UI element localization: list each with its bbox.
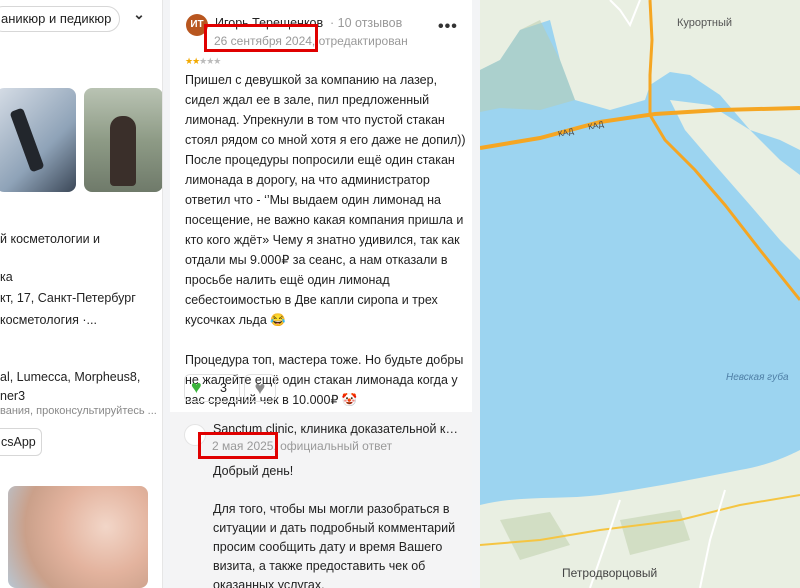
star-icon: ★★★ xyxy=(199,56,221,66)
map-view[interactable]: Курортный КАД КАД Невская губа Петродвор… xyxy=(480,0,800,588)
org-equipment-cont: ner3 xyxy=(0,389,26,403)
map-label-district: Петродворцовый xyxy=(562,566,658,580)
reply-text: Добрый день! Для того, чтобы мы могли ра… xyxy=(213,462,463,588)
highlight-box xyxy=(198,432,278,459)
review-edited: , отредактирован xyxy=(311,34,408,48)
highlight-box xyxy=(204,24,318,52)
reply-official: , официальный ответ xyxy=(273,439,393,453)
org-type: ка xyxy=(0,270,13,284)
left-panel: аникюр и педикюр ⌄ й косметологии и ка к… xyxy=(0,0,163,588)
org-equipment: al, Lumecca, Morpheus8, xyxy=(0,370,141,384)
reply-paragraph: Добрый день! xyxy=(213,464,294,478)
review-paragraph: Пришел с девушкой за компанию на лазер, … xyxy=(185,73,466,147)
review-card: ИТ Игорь Терещенков · 10 отзывов 26 сент… xyxy=(170,0,472,588)
like-button[interactable]: ♥ 3 xyxy=(184,374,240,402)
like-count: 3 xyxy=(220,381,227,395)
review-text: Пришел с девушкой за компанию на лазер, … xyxy=(185,70,467,410)
photo-thumbnail[interactable] xyxy=(0,88,76,192)
heart-icon: ♥ xyxy=(254,378,266,398)
org-category: косметология ·... xyxy=(0,313,97,327)
review-paragraph: После процедуры попросили ещё один стака… xyxy=(185,153,464,327)
map-canvas xyxy=(480,0,800,588)
reply-paragraph: Для того, чтобы мы могли разобраться в с… xyxy=(213,502,456,588)
heart-icon: ♥ xyxy=(191,377,202,397)
more-options-icon[interactable]: ••• xyxy=(438,18,458,36)
category-chip[interactable]: аникюр и педикюр xyxy=(0,6,121,32)
review-count: · 10 отзывов xyxy=(330,16,403,30)
promo-photo[interactable] xyxy=(8,486,148,588)
dislike-button[interactable]: ♥ xyxy=(244,374,276,402)
star-icon: ★★ xyxy=(185,56,200,66)
rating-stars: ★★★★★ xyxy=(185,56,221,67)
map-label-kurortny: Курортный xyxy=(677,17,733,29)
official-reply: Sanctum clinic, клиника доказательной ко… xyxy=(170,412,472,588)
org-address[interactable]: кт, 17, Санкт-Петербург xyxy=(0,291,136,305)
org-description: й косметологии и xyxy=(0,232,101,246)
whatsapp-button[interactable]: csApp xyxy=(0,428,42,456)
photo-thumbnail[interactable] xyxy=(84,88,162,192)
review-paragraph xyxy=(185,330,467,350)
map-label-bay: Невская губа xyxy=(726,372,789,383)
chevron-down-icon[interactable]: ⌄ xyxy=(130,6,148,23)
reply-paragraph xyxy=(213,481,463,500)
disclaimer: вания, проконсультируйтесь ... xyxy=(0,405,157,417)
